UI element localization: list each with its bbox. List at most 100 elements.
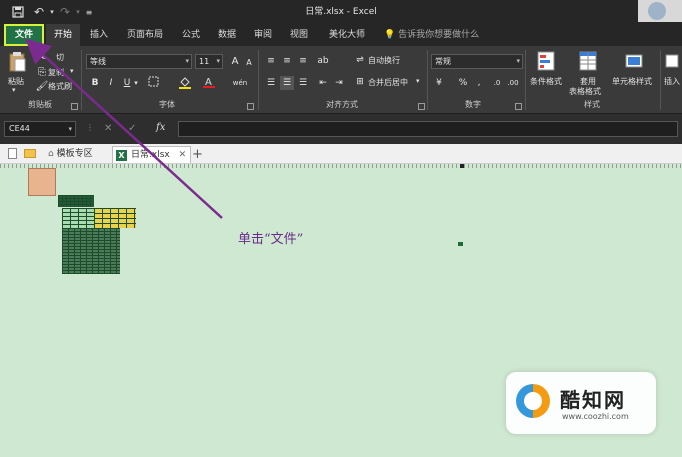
comma-button[interactable]: , [472, 76, 486, 90]
table-thumbnail[interactable] [58, 195, 94, 207]
number-launcher-icon[interactable] [515, 103, 522, 110]
decrease-decimal-icon[interactable]: .00 [506, 76, 520, 90]
number-format-value: 常规 [435, 57, 451, 66]
format-painter-button[interactable]: 格式刷 [48, 81, 72, 92]
column-header-ruler [0, 164, 682, 168]
lightbulb-icon: 💡 [384, 30, 396, 40]
shrink-font-button[interactable]: A [242, 56, 256, 70]
grow-font-button[interactable]: A [228, 55, 242, 69]
table-thumbnail[interactable] [28, 168, 56, 196]
underline-dropdown-icon[interactable]: ▾ [132, 76, 140, 90]
format-as-table-label[interactable]: 表格格式 [569, 86, 601, 97]
redo-icon[interactable]: ↷ [56, 0, 74, 24]
percent-button[interactable]: % [456, 76, 470, 90]
tell-me-text: 告诉我你想要做什么 [398, 30, 480, 40]
align-left-icon[interactable]: ☰ [264, 76, 278, 90]
confirm-icon[interactable]: ✓ [128, 123, 136, 134]
copy-icon: ⎘ [38, 66, 46, 78]
align-bottom-icon[interactable]: ≡ [296, 54, 310, 68]
redo-dropdown-icon[interactable]: ▾ [74, 0, 82, 24]
formula-input[interactable] [178, 121, 678, 137]
italic-button[interactable]: I [104, 76, 118, 90]
paste-button[interactable]: 粘贴 [8, 76, 24, 87]
paste-icon[interactable] [6, 50, 28, 74]
decrease-indent-icon[interactable]: ⇤ [316, 76, 330, 90]
tab-home[interactable]: 开始 [46, 24, 80, 46]
close-icon[interactable]: ✕ [179, 150, 187, 160]
currency-icon[interactable]: ¥ [432, 76, 446, 90]
template-tab[interactable]: ⌂ 模板专区 [48, 146, 93, 163]
add-tab-button[interactable]: + [192, 146, 203, 163]
table-thumbnail[interactable] [62, 208, 94, 228]
home-icon: ⌂ [48, 149, 54, 159]
merge-center-button[interactable]: 合并后居中 [368, 77, 408, 88]
tab-file[interactable]: 文件 [4, 24, 44, 46]
coozhi-logo-icon [516, 384, 550, 418]
template-tab-label: 模板专区 [56, 149, 93, 159]
conditional-formatting-button[interactable]: 条件格式 [530, 76, 562, 87]
conditional-formatting-icon [536, 50, 556, 72]
clipboard-launcher-icon[interactable] [71, 103, 78, 110]
cancel-icon[interactable]: ✕ [104, 123, 112, 134]
group-label-styles: 样式 [584, 100, 600, 109]
group-label-alignment: 对齐方式 [326, 100, 358, 109]
align-top-icon[interactable]: ≡ [264, 54, 278, 68]
tab-beautify[interactable]: 美化大师 [322, 24, 372, 46]
name-box-value: CE44 [9, 124, 30, 133]
orientation-icon[interactable]: ab [316, 54, 330, 68]
increase-indent-icon[interactable]: ⇥ [332, 76, 346, 90]
bold-button[interactable]: B [88, 76, 102, 90]
copy-dropdown-icon[interactable]: ▾ [70, 67, 74, 75]
copy-button[interactable]: 复制 [48, 67, 64, 78]
formula-bar-divider-icon: ⋮ [86, 123, 94, 132]
table-thumbnail[interactable] [94, 208, 136, 228]
align-middle-icon[interactable]: ≡ [280, 54, 294, 68]
watermark-url: www.coozhi.com [562, 412, 629, 421]
tab-data[interactable]: 数据 [212, 24, 242, 46]
tab-insert[interactable]: 插入 [84, 24, 114, 46]
align-center-icon[interactable]: ☰ [280, 76, 294, 90]
tab-formulas[interactable]: 公式 [176, 24, 206, 46]
tab-page-layout[interactable]: 页面布局 [120, 24, 170, 46]
font-color-icon[interactable]: A [202, 75, 216, 89]
undo-dropdown-icon[interactable]: ▾ [48, 0, 56, 24]
customize-qat-icon[interactable]: ≡ [82, 0, 96, 24]
folder-icon[interactable] [24, 149, 36, 158]
document-tab-active[interactable]: X 日常.xlsx ✕ [112, 146, 192, 163]
merge-dropdown-icon[interactable]: ▾ [416, 77, 420, 85]
group-label-font: 字体 [159, 100, 175, 109]
tab-review[interactable]: 审阅 [248, 24, 278, 46]
format-as-table-icon [578, 50, 598, 72]
phonetic-button[interactable]: wén [230, 76, 250, 90]
font-launcher-icon[interactable] [247, 103, 254, 110]
number-format-select[interactable]: 常规 ▾ [431, 54, 523, 69]
wrap-text-button[interactable]: 自动换行 [368, 55, 400, 66]
cell-styles-button[interactable]: 单元格样式 [612, 76, 652, 87]
increase-decimal-icon[interactable]: .0 [490, 76, 504, 90]
align-right-icon[interactable]: ☰ [296, 76, 310, 90]
border-icon[interactable] [146, 76, 160, 90]
undo-icon[interactable]: ↶ [30, 0, 48, 24]
cut-button[interactable]: 切 [56, 52, 64, 63]
insert-cells-icon [664, 50, 680, 72]
group-label-clipboard: 剪贴板 [28, 100, 52, 109]
tab-view[interactable]: 视图 [284, 24, 314, 46]
group-label-number: 数字 [465, 100, 481, 109]
font-family-select[interactable]: 等线 ▾ [86, 54, 192, 69]
avatar[interactable] [638, 0, 682, 22]
chevron-down-icon: ▾ [216, 57, 220, 65]
scroll-marker [460, 164, 464, 168]
table-thumbnail[interactable] [62, 228, 120, 274]
name-box[interactable]: CE44 ▾ [4, 121, 76, 137]
insert-function-button[interactable]: fx [156, 122, 165, 133]
fill-color-icon[interactable] [178, 76, 192, 90]
font-size-select[interactable]: 11 ▾ [195, 54, 223, 69]
save-icon[interactable] [6, 0, 30, 24]
tell-me-search[interactable]: 💡 告诉我你想要做什么 [384, 24, 479, 46]
formula-bar: CE44 ▾ ⋮ ✕ ✓ fx [0, 114, 682, 144]
alignment-launcher-icon[interactable] [418, 103, 425, 110]
paste-dropdown-icon[interactable]: ▾ [12, 86, 16, 94]
insert-cells-button[interactable]: 插入 [664, 76, 680, 87]
document-tab-label: 日常.xlsx [131, 150, 170, 160]
new-document-icon[interactable] [8, 148, 17, 159]
